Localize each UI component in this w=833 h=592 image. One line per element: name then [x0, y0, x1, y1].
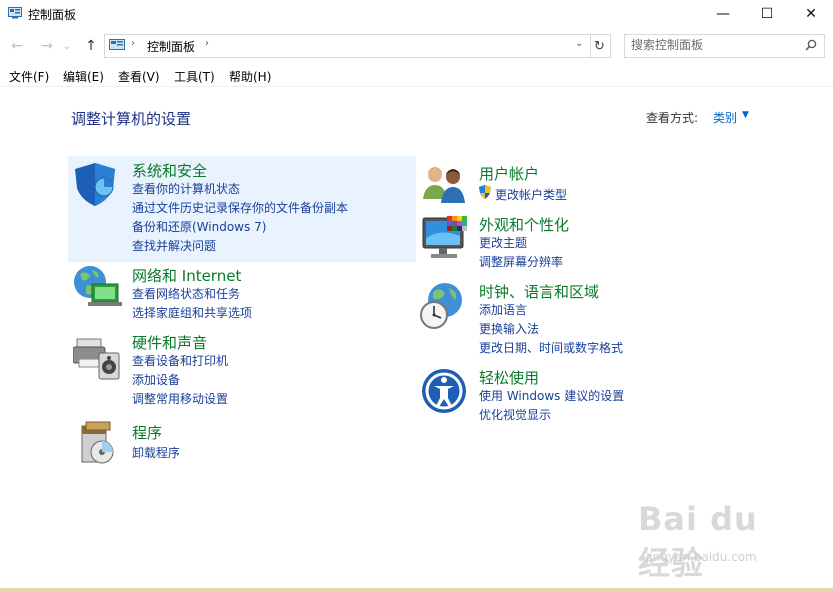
refresh-icon: ↻: [594, 38, 605, 54]
category-hardware-sound[interactable]: 硬件和声音: [132, 332, 207, 353]
address-dropdown-button[interactable]: ⌄: [575, 38, 583, 49]
programs-icon[interactable]: [78, 420, 120, 466]
menu-file[interactable]: 文件(F): [9, 68, 49, 85]
view-by-label: 查看方式:: [646, 111, 699, 125]
link-recommended-settings[interactable]: 使用 Windows 建议的设置: [479, 387, 624, 404]
recent-locations-button[interactable]: ⌄: [60, 33, 74, 59]
back-button[interactable]: ←: [6, 33, 28, 59]
link-devices-printers[interactable]: 查看设备和打印机: [132, 352, 228, 369]
menu-help[interactable]: 帮助(H): [229, 68, 271, 85]
monitor-icon[interactable]: [421, 214, 469, 262]
maximize-button[interactable]: ☐: [745, 0, 789, 28]
category-programs[interactable]: 程序: [132, 422, 162, 443]
forward-button[interactable]: →: [36, 33, 58, 59]
page-title: 调整计算机的设置: [71, 110, 192, 128]
view-by-dropdown[interactable]: 类别: [713, 109, 737, 126]
users-icon[interactable]: [421, 163, 467, 205]
taskbar-edge: [0, 588, 833, 592]
category-user-accounts[interactable]: 用户帐户: [479, 163, 539, 184]
link-optimize-visual-display[interactable]: 优化视觉显示: [479, 406, 551, 423]
link-change-date-format[interactable]: 更改日期、时间或数字格式: [479, 339, 623, 356]
breadcrumb-control-panel[interactable]: 控制面板: [147, 38, 195, 55]
link-mobility-settings[interactable]: 调整常用移动设置: [132, 390, 228, 407]
link-backup-restore[interactable]: 备份和还原(Windows 7): [132, 218, 266, 235]
control-panel-icon: [8, 7, 22, 19]
link-change-input-method[interactable]: 更换输入法: [479, 320, 539, 337]
window-title: 控制面板: [28, 8, 77, 22]
link-add-device[interactable]: 添加设备: [132, 371, 180, 388]
refresh-button[interactable]: ↻: [589, 34, 611, 58]
link-change-account-type[interactable]: 更改帐户类型: [495, 186, 567, 203]
category-network-internet[interactable]: 网络和 Internet: [132, 265, 241, 286]
globe-network-icon[interactable]: [72, 264, 122, 310]
category-clock-region[interactable]: 时钟、语言和区域: [479, 281, 599, 302]
category-ease-of-access[interactable]: 轻松使用: [479, 367, 539, 388]
breadcrumb-separator[interactable]: ›: [205, 38, 209, 49]
breadcrumb-separator: ›: [131, 38, 135, 49]
link-homegroup-sharing[interactable]: 选择家庭组和共享选项: [132, 304, 252, 321]
menu-tools[interactable]: 工具(T): [174, 68, 215, 85]
watermark-logo-text: Bai du 经验: [638, 500, 758, 582]
link-view-computer-status[interactable]: 查看你的计算机状态: [132, 180, 240, 197]
uac-shield-icon: [479, 185, 491, 199]
up-button[interactable]: ↑: [80, 33, 102, 59]
link-add-language[interactable]: 添加语言: [479, 301, 527, 318]
control-panel-icon: [109, 39, 125, 50]
category-system-security[interactable]: 系统和安全: [132, 160, 207, 181]
minimize-button[interactable]: —: [701, 0, 745, 28]
search-icon[interactable]: [805, 39, 817, 51]
category-appearance[interactable]: 外观和个性化: [479, 214, 569, 235]
link-network-status[interactable]: 查看网络状态和任务: [132, 285, 240, 302]
printer-icon[interactable]: [73, 331, 121, 381]
link-adjust-resolution[interactable]: 调整屏幕分辨率: [479, 253, 563, 270]
watermark-url: jingyan.baidu.com: [646, 550, 757, 564]
menu-edit[interactable]: 编辑(E): [63, 68, 104, 85]
menu-bar: 文件(F) 编辑(E) 查看(V) 工具(T) 帮助(H): [0, 66, 833, 87]
search-box[interactable]: [624, 34, 825, 58]
close-button[interactable]: ✕: [789, 0, 833, 28]
address-row: ← → ⌄ ↑ › 控制面板 › ⌄ ↻: [0, 33, 833, 59]
address-bar[interactable]: › 控制面板 › ⌄: [104, 34, 591, 58]
baidu-watermark: Bai du 经验 jingyan.baidu.com: [638, 500, 798, 582]
link-file-history-backup[interactable]: 通过文件历史记录保存你的文件备份副本: [132, 199, 348, 216]
link-uninstall-program[interactable]: 卸载程序: [132, 444, 180, 461]
title-bar: 控制面板 — ☐ ✕: [0, 0, 833, 28]
link-change-theme[interactable]: 更改主题: [479, 234, 527, 251]
ease-of-access-icon[interactable]: [421, 368, 467, 414]
search-input[interactable]: [631, 37, 796, 53]
shield-icon[interactable]: [73, 160, 121, 208]
chevron-down-icon[interactable]: ▼: [742, 110, 749, 120]
link-troubleshoot[interactable]: 查找并解决问题: [132, 237, 216, 254]
menu-view[interactable]: 查看(V): [118, 68, 160, 85]
clock-globe-icon[interactable]: [419, 282, 467, 332]
